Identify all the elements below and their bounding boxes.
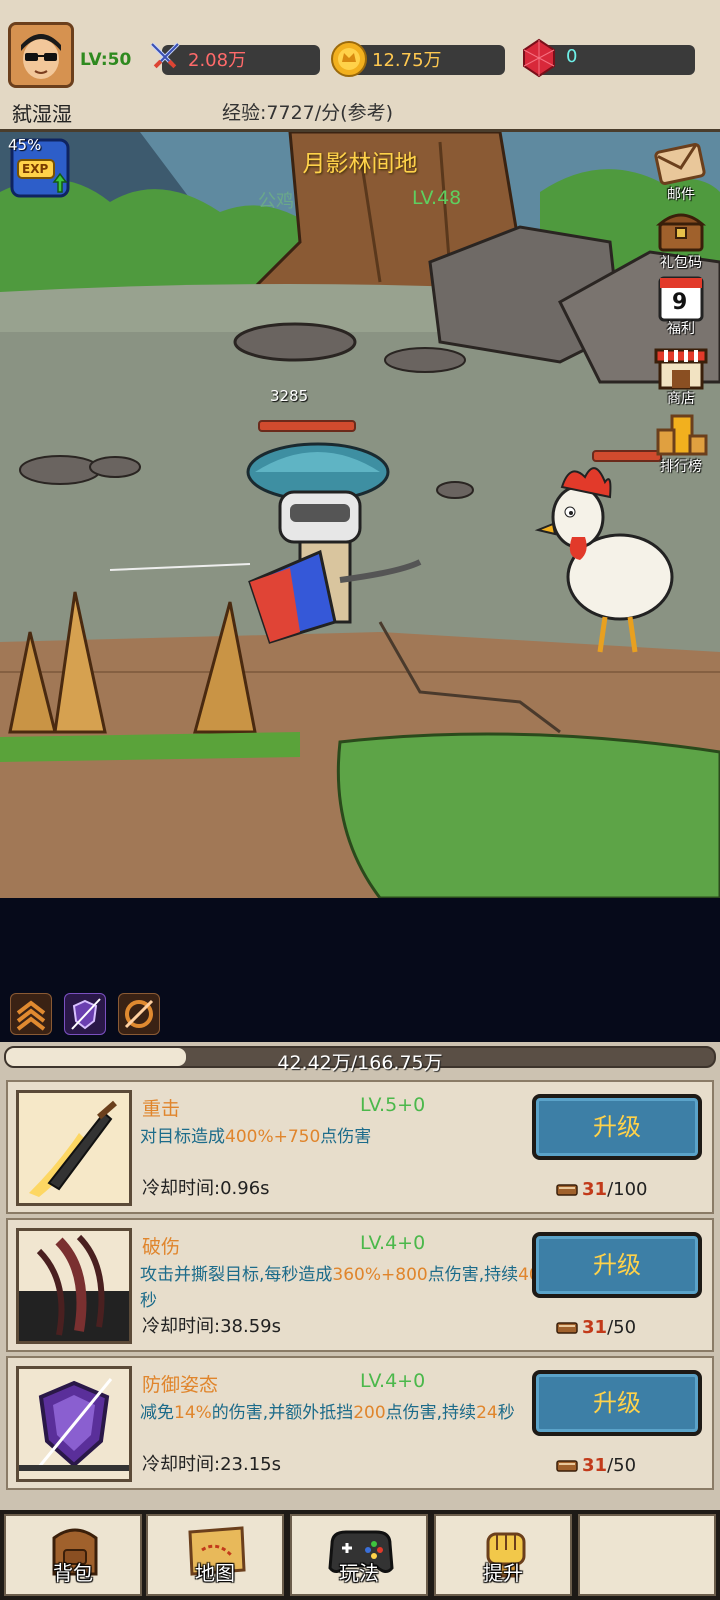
upgrade-cost: 31/50	[556, 1455, 636, 1476]
defense-stance-buff-icon[interactable]	[64, 993, 106, 1035]
nav-label: 地图	[195, 1561, 235, 1585]
side-btn-welfare[interactable]: 9 福利	[650, 272, 712, 338]
skill-card-rend: 破伤 LV.4+0 攻击并撕裂目标,每秒造成360%+800点伤害,持续40秒 …	[6, 1218, 714, 1352]
desc-text: 点伤害	[320, 1127, 372, 1147]
player-level: LV:50	[80, 50, 132, 70]
skill-level: LV.4+0	[360, 1232, 426, 1254]
crossed-swords-icon	[150, 42, 180, 69]
skill-card-heavy-strike: 重击 LV.5+0 对目标造成400%+750点伤害 冷却时间:0.96s 升级…	[6, 1080, 714, 1214]
gem-value: 0	[566, 46, 578, 67]
claw-slash-icon	[19, 1231, 129, 1341]
rank-chevron-buff-icon[interactable]	[10, 993, 52, 1035]
desc-highlight: 360%+800	[332, 1265, 428, 1285]
shop-icon	[654, 348, 708, 390]
side-label-giftcode: 礼包码	[660, 255, 702, 271]
nav-label: 背包	[53, 1561, 93, 1585]
skill-card-defense-stance: 防御姿态 LV.4+0 减免14%的伤害,并额外抵挡200点伤害,持续24秒 冷…	[6, 1356, 714, 1490]
nav-gameplay[interactable]: 玩法	[290, 1514, 428, 1596]
desc-text: 攻击并撕裂目标,每秒造成	[140, 1265, 333, 1285]
cost-have: 31	[582, 1179, 608, 1200]
side-label-welfare: 福利	[667, 321, 695, 337]
damage-number: 3285	[270, 387, 309, 405]
forest-background	[0, 132, 720, 898]
skill-book-icon	[556, 1322, 578, 1334]
skill-book-icon	[556, 1460, 578, 1472]
sword-icon	[19, 1093, 129, 1203]
skill-thumb	[16, 1366, 132, 1482]
side-btn-shop[interactable]: 商店	[650, 342, 712, 408]
desc-text: 秒	[140, 1291, 157, 1311]
mail-icon	[654, 143, 706, 185]
enemy-name: 公鸡	[258, 191, 294, 212]
skill-cooldown: 冷却时间:23.15s	[142, 1454, 281, 1475]
battle-scene: EXP 45% 月影林间地 公鸡 LV.48 3285 邮件 礼包码 9 福利	[0, 132, 720, 898]
skill-book-icon	[556, 1184, 578, 1196]
cost-need: /50	[607, 1317, 637, 1338]
side-label-shop: 商店	[667, 391, 695, 407]
skill-level: LV.4+0	[360, 1370, 426, 1392]
nav-empty-slot[interactable]	[578, 1514, 716, 1596]
map-name: 月影林间地	[302, 151, 418, 177]
skill-description: 对目标造成400%+750点伤害	[140, 1124, 540, 1150]
skill-name: 重击	[142, 1098, 181, 1120]
nav-upgrade[interactable]: 提升	[434, 1514, 572, 1596]
power-value: 2.08万	[188, 50, 247, 71]
enemy-level: LV.48	[412, 187, 462, 209]
calendar-day: 9	[672, 290, 688, 315]
gold-coin-icon	[331, 41, 367, 77]
skill-thumb	[16, 1090, 132, 1206]
ranking-icon	[656, 414, 708, 456]
top-status-bar: LV:50 弑湿湿 2.08万 12.75万 0 经验:7727/分(参考)	[0, 0, 720, 132]
desc-text: 秒	[497, 1403, 515, 1423]
desc-text: 对目标造成	[140, 1127, 225, 1147]
slash-buff-icon[interactable]	[118, 993, 160, 1035]
skill-name: 防御姿态	[142, 1374, 219, 1396]
avatar-face-icon	[11, 25, 71, 85]
upgrade-cost: 31/100	[556, 1179, 647, 1200]
cost-need: /100	[607, 1179, 648, 1200]
nav-label: 玩法	[339, 1561, 379, 1585]
upgrade-cost: 31/50	[556, 1317, 636, 1338]
skill-cooldown: 冷却时间:0.96s	[142, 1178, 270, 1199]
skill-xp-text: 42.42万/166.75万	[277, 1052, 443, 1074]
desc-highlight: 400%+750	[225, 1127, 321, 1147]
desc-text: 的伤害,并额外抵挡	[211, 1403, 354, 1423]
side-btn-ranking[interactable]: 排行榜	[650, 410, 712, 476]
gift-chest-icon	[655, 213, 707, 252]
desc-highlight: 24	[476, 1403, 498, 1423]
gem-pill	[535, 45, 695, 75]
upgrade-button[interactable]: 升级	[532, 1232, 702, 1298]
nav-label: 提升	[483, 1561, 523, 1585]
nav-backpack[interactable]: 背包	[4, 1514, 142, 1596]
side-label-ranking: 排行榜	[660, 459, 702, 475]
gold-value: 12.75万	[372, 50, 442, 71]
skill-description: 攻击并撕裂目标,每秒造成360%+800点伤害,持续40秒	[140, 1262, 540, 1314]
skill-description: 减免14%的伤害,并额外抵挡200点伤害,持续24秒	[140, 1400, 540, 1426]
upgrade-button[interactable]: 升级	[532, 1094, 702, 1160]
desc-text: 点伤害,持续	[427, 1265, 519, 1285]
side-label-mail: 邮件	[667, 187, 695, 203]
red-gem-icon	[523, 38, 555, 78]
cost-need: /50	[607, 1455, 637, 1476]
skill-level: LV.5+0	[360, 1094, 426, 1116]
skill-thumb	[16, 1228, 132, 1344]
side-btn-giftcode[interactable]: 礼包码	[650, 206, 712, 272]
skill-cooldown: 冷却时间:38.59s	[142, 1316, 281, 1337]
side-btn-mail[interactable]: 邮件	[650, 138, 712, 204]
desc-text: 点伤害,持续	[385, 1403, 477, 1423]
skill-name: 破伤	[142, 1236, 181, 1258]
hero-hp-bar	[258, 420, 356, 432]
desc-highlight: 14%	[174, 1403, 212, 1423]
cost-have: 31	[582, 1317, 608, 1338]
exp-rate-text: 经验:7727/分(参考)	[222, 102, 393, 124]
player-name: 弑湿湿	[12, 102, 72, 126]
upgrade-button[interactable]: 升级	[532, 1370, 702, 1436]
cost-have: 31	[582, 1455, 608, 1476]
shield-icon	[19, 1369, 129, 1479]
desc-highlight: 200	[353, 1403, 386, 1423]
player-avatar[interactable]	[8, 22, 74, 88]
nav-map[interactable]: 地图	[146, 1514, 284, 1596]
desc-text: 减免	[140, 1403, 174, 1423]
